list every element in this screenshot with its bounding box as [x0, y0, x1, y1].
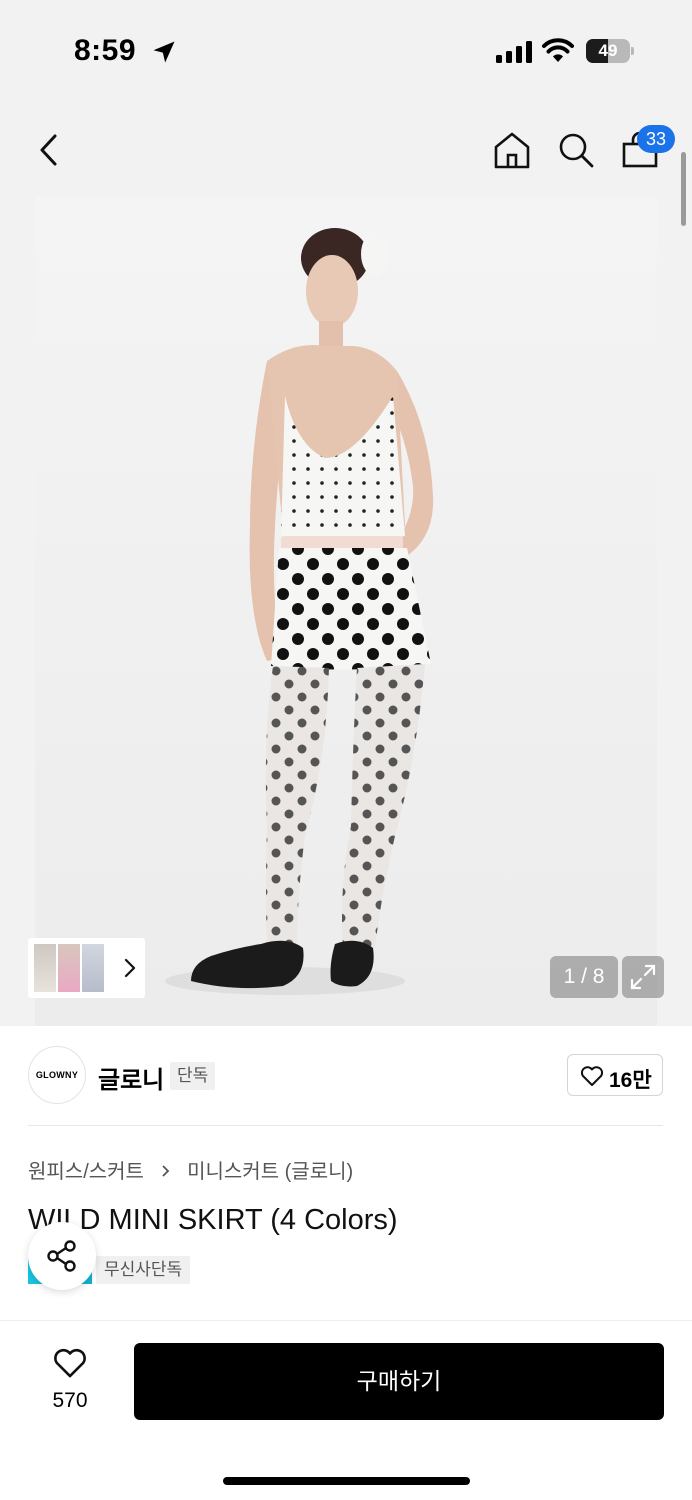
- search-icon[interactable]: [556, 130, 596, 170]
- thumbnail-image[interactable]: [82, 944, 104, 992]
- brand-logo[interactable]: GLOWNY: [28, 1046, 86, 1104]
- expand-image-button[interactable]: [622, 956, 664, 998]
- breadcrumb: 원피스/스커트 미니스커트 (글로니): [28, 1155, 353, 1184]
- bottom-action-bar: 570 구매하기: [0, 1320, 692, 1500]
- wishlist-button[interactable]: 570: [40, 1345, 100, 1419]
- product-image[interactable]: [35, 196, 657, 1026]
- status-bar: 8:59 49: [0, 0, 692, 100]
- share-icon: [47, 1240, 76, 1272]
- brand-exclusive-tag: 단독: [170, 1062, 216, 1090]
- buy-button[interactable]: 구매하기: [134, 1343, 664, 1420]
- wifi-icon: [542, 38, 574, 62]
- image-page-counter: 1 / 8: [550, 956, 618, 998]
- home-icon[interactable]: [492, 130, 532, 170]
- brand-name[interactable]: 글로니: [98, 1060, 164, 1095]
- breadcrumb-category[interactable]: 원피스/스커트: [28, 1161, 144, 1183]
- battery-icon: 49: [586, 39, 634, 63]
- home-indicator[interactable]: [223, 1477, 470, 1485]
- section-divider: [28, 1125, 663, 1126]
- scroll-indicator[interactable]: [681, 152, 686, 226]
- chevron-right-icon[interactable]: [122, 956, 138, 980]
- location-arrow-icon: [153, 41, 175, 63]
- brand-like-button[interactable]: 16만: [567, 1054, 663, 1096]
- brand-like-count: 16만: [609, 1069, 652, 1092]
- back-chevron-icon[interactable]: [30, 130, 70, 170]
- share-button[interactable]: [28, 1222, 96, 1290]
- exclusive-tag: 무신사단독: [96, 1256, 191, 1284]
- thumbnail-image[interactable]: [34, 944, 56, 992]
- battery-level: 49: [598, 41, 618, 60]
- heart-icon: [580, 1066, 604, 1086]
- heart-icon: [54, 1348, 86, 1378]
- chevron-right-icon: [161, 1165, 169, 1177]
- top-nav-bar: [0, 100, 692, 196]
- thumbnail-strip[interactable]: [28, 938, 145, 998]
- signal-icon: [496, 41, 532, 63]
- cart-count-badge: 33: [637, 125, 675, 153]
- expand-icon: [630, 964, 656, 990]
- status-time: 8:59: [74, 34, 137, 67]
- thumbnail-image[interactable]: [58, 944, 80, 992]
- product-photo-illustration: [165, 228, 434, 995]
- wishlist-count: 570: [52, 1389, 88, 1412]
- breadcrumb-subcategory[interactable]: 미니스커트 (글로니): [187, 1161, 353, 1183]
